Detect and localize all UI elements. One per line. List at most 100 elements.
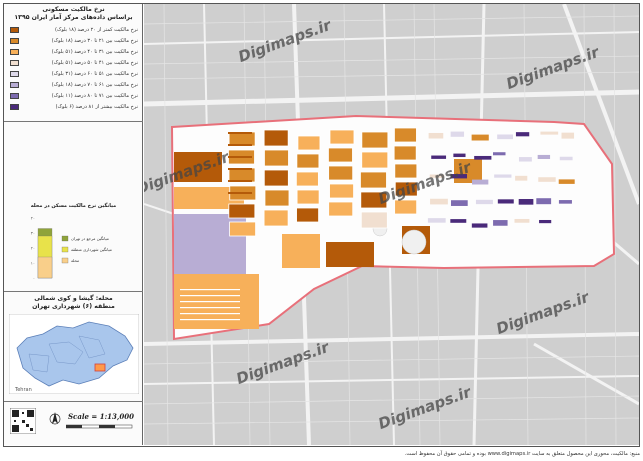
- building-block: [558, 200, 572, 204]
- building-block: [394, 127, 417, 143]
- chart-tick-label: ۲۰: [31, 246, 35, 251]
- legend-label: نرخ مالکیت بین ۶۱ تا ۷۰ درصد (۱۸ بلوک): [51, 82, 138, 88]
- building-block: [450, 131, 465, 137]
- building-block: [296, 207, 319, 223]
- building-block: [471, 134, 489, 141]
- legend-swatch: [10, 71, 19, 77]
- building-block: [561, 132, 575, 139]
- building-block: [329, 129, 355, 145]
- chart-title: میانگین نرخ مالکیت مسکن در محله: [30, 203, 117, 209]
- building-strip: [180, 295, 240, 297]
- qr-code: [10, 408, 36, 434]
- building-block: [431, 155, 447, 159]
- building-block: [453, 153, 466, 158]
- chart-legend-label: میانگین مرجع در تهران: [71, 236, 109, 241]
- building-block: [264, 149, 289, 167]
- district-title: منطقه (۶) شهرداری تهران: [32, 303, 115, 310]
- north-arrow-icon: [49, 412, 61, 425]
- footer-note: منبع: مالکیت، محوری این محصول متعلق به س…: [404, 451, 640, 457]
- legend-label: نرخ مالکیت بیشتر از ۸۱ درصد (۶ بلوک): [55, 104, 138, 110]
- building-block: [428, 132, 444, 139]
- building-block: [497, 134, 514, 140]
- building-block: [228, 131, 256, 147]
- building-block: [536, 198, 552, 205]
- legend-subtitle: براساس داده‌های مرکز آمار ایران ۱۳۹۵: [14, 14, 133, 21]
- building-block: [494, 174, 512, 178]
- building-block: [515, 132, 530, 137]
- building-block: [360, 211, 388, 229]
- legend-label: نرخ مالکیت بین ۳۱ تا ۴۰ درصد (۵۱ بلوک): [51, 49, 138, 55]
- legend-item: نرخ مالکیت بین ۳۱ تا ۴۰ درصد (۵۱ بلوک): [10, 48, 138, 56]
- legend-label: نرخ مالکیت بین ۴۱ تا ۵۰ درصد (۵۱ بلوک): [51, 60, 138, 66]
- building-block: [329, 183, 354, 199]
- building-strip: [240, 180, 252, 182]
- building-block: [228, 203, 256, 219]
- ownership-chart-section: میانگین نرخ مالکیت مسکن در محله ۴۰ ۳۰ ۲۰ ۱۰…: [4, 122, 143, 292]
- building-block: [361, 151, 389, 169]
- legend-item: نرخ مالکیت بیشتر از ۸۱ درصد (۶ بلوک): [10, 103, 138, 111]
- locator-highlight: [94, 363, 106, 372]
- scale-bar: [66, 424, 133, 429]
- building-block: [296, 189, 320, 205]
- building-block: [518, 199, 534, 205]
- legend-item: نرخ مالکیت بین ۲۱ تا ۳۰ درصد (۱۸ بلوک): [10, 37, 138, 45]
- building-block: [471, 223, 488, 228]
- building-block: [263, 209, 289, 227]
- chart-bar: [37, 256, 53, 279]
- building-strip: [240, 144, 252, 146]
- chart-legend-swatch: [61, 235, 69, 242]
- locator-map: Tehran: [9, 314, 139, 394]
- building-block: [427, 218, 446, 223]
- legend-label: نرخ مالکیت بین ۷۱ تا ۸۰ درصد (۱۱ بلوک): [51, 93, 138, 99]
- legend-swatch: [10, 82, 19, 88]
- legend-swatch: [10, 60, 19, 66]
- building-block: [394, 163, 418, 179]
- building-block: [228, 167, 256, 183]
- legend-title: نرخ مالکیت مسکونی: [42, 6, 105, 13]
- legend-item: نرخ مالکیت بین ۷۱ تا ۸۰ درصد (۱۱ بلوک): [10, 92, 138, 100]
- legend-swatch: [10, 93, 19, 99]
- building-block: [328, 165, 354, 181]
- legend-item: نرخ مالکیت بین ۴۱ تا ۵۰ درصد (۵۱ بلوک): [10, 59, 138, 67]
- legend-label: نرخ مالکیت بین ۲۱ تا ۳۰ درصد (۱۸ بلوک): [51, 38, 138, 44]
- building-block: [475, 199, 493, 205]
- legend-swatch: [10, 104, 19, 110]
- building-block: [493, 220, 508, 226]
- building-block: [393, 145, 417, 161]
- building-block: [450, 219, 467, 223]
- building-block: [514, 218, 530, 223]
- scale-text: Scale = 1:13,000: [68, 412, 134, 421]
- legend-label: نرخ مالکیت کمتر از ۲۰ درصد (۱۸ بلوک): [54, 27, 138, 33]
- building-block: [497, 199, 514, 204]
- building-strip: [180, 319, 240, 321]
- legend-item: نرخ مالکیت بین ۵۱ تا ۶۰ درصد (۳۱ بلوک): [10, 70, 138, 78]
- building-block: [263, 129, 289, 147]
- chart-tick-label: ۳۰: [31, 231, 35, 236]
- locator-section: محله: گیشا و کوی شمالی منطقه (۶) شهرداری…: [4, 292, 143, 402]
- building-block: [538, 177, 556, 182]
- building-block: [361, 131, 389, 149]
- ownership-legend: نرخ مالکیت مسکونی براساس داده‌های مرکز آ…: [4, 4, 143, 122]
- legend-label: نرخ مالکیت بین ۵۱ تا ۶۰ درصد (۳۱ بلوک): [51, 71, 138, 77]
- legend-item: نرخ مالکیت کمتر از ۲۰ درصد (۱۸ بلوک): [10, 26, 138, 34]
- building-strip: [240, 192, 252, 194]
- legend-item: نرخ مالکیت بین ۶۱ تا ۷۰ درصد (۱۸ بلوک): [10, 81, 138, 89]
- building-block: [474, 155, 492, 160]
- building-strip: [180, 301, 240, 303]
- chart-legend-swatch: [61, 246, 69, 253]
- legend-panel: نرخ مالکیت مسکونی براساس داده‌های مرکز آ…: [4, 4, 143, 445]
- legend-swatch: [10, 38, 19, 44]
- chart-legend-label: محله: [71, 258, 79, 263]
- building-strip: [180, 313, 240, 315]
- building-block: [263, 169, 289, 187]
- legend-swatch: [10, 27, 19, 33]
- building-block: [328, 147, 353, 163]
- building-block: [264, 189, 290, 207]
- building-block: [229, 221, 256, 237]
- chart-legend-label: میانگین شهرداری منطقه: [71, 247, 112, 252]
- chart-tick-label: ۰: [33, 276, 35, 281]
- map-view[interactable]: Digimaps.ir Digimaps.ir Digimaps.ir Digi…: [144, 4, 639, 445]
- legend-swatch: [10, 49, 19, 55]
- locator-map-label: Tehran: [14, 387, 32, 393]
- building-strip: [240, 156, 252, 158]
